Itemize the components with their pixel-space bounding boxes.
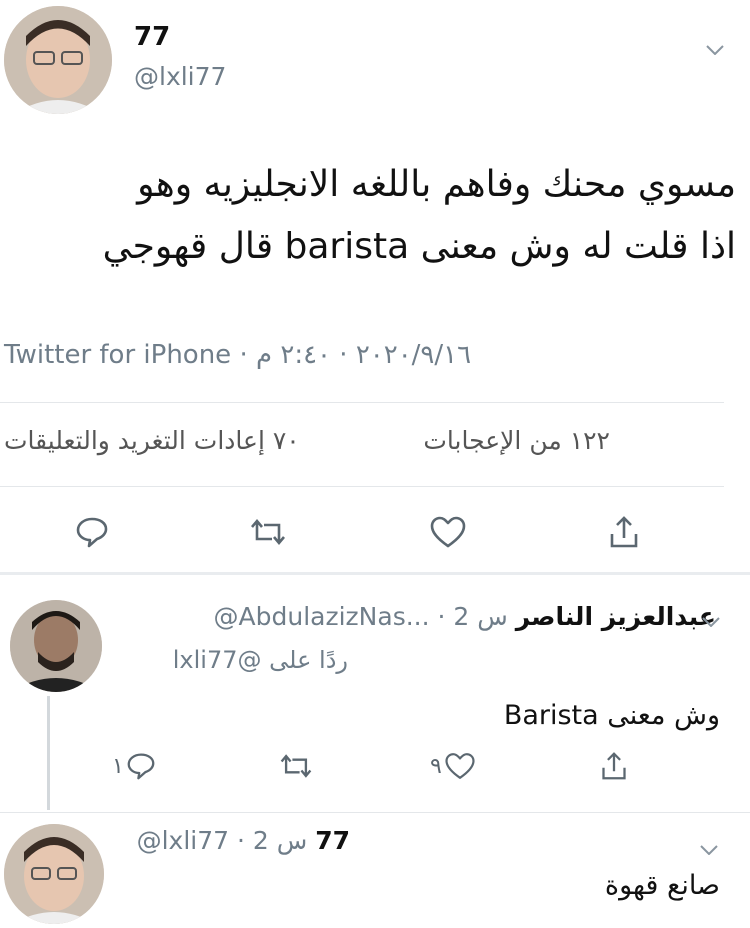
reply1-like-count: ٩ xyxy=(430,753,442,779)
reply1-name[interactable]: عبدالعزيز الناصر xyxy=(516,602,716,631)
divider-3 xyxy=(0,572,750,575)
reply2-header[interactable]: 77 @lxli77 · 2 س xyxy=(137,826,350,855)
reply2-avatar[interactable] xyxy=(4,824,104,924)
reply1-header[interactable]: عبدالعزيز الناصر @AbdulazizNas... · 2 س xyxy=(214,602,716,631)
reply1-reply-action[interactable]: ١ xyxy=(112,748,156,784)
thread-line xyxy=(47,696,50,810)
reply2-name[interactable]: 77 xyxy=(315,826,350,855)
retweet-icon[interactable] xyxy=(246,512,290,552)
tweet-text-line-1: مسوي محنك وفاهم باللغه الانجليزيه وهو xyxy=(137,164,736,205)
reply1-like-action[interactable]: ٩ xyxy=(430,748,476,784)
reply1-text: وش معنى Barista xyxy=(503,700,720,731)
divider-4 xyxy=(0,812,750,813)
likes-count[interactable]: ١٢٢ من الإعجابات xyxy=(423,426,610,455)
chevron-down-icon[interactable] xyxy=(700,840,718,859)
reply1-avatar[interactable] xyxy=(10,600,102,692)
author-handle[interactable]: @lxli77 xyxy=(134,62,226,91)
tweet-text-line-2: اذا قلت له وش معنى barista قال قهوجي xyxy=(102,226,736,267)
divider-1 xyxy=(0,402,724,403)
heart-icon xyxy=(445,753,475,779)
reply-icon xyxy=(127,753,155,780)
divider-2 xyxy=(0,486,724,487)
reply2-handle-time[interactable]: @lxli77 · 2 س xyxy=(137,826,308,855)
author-name[interactable]: 77 xyxy=(134,22,170,52)
retweet-icon[interactable] xyxy=(276,748,316,784)
share-icon[interactable] xyxy=(596,746,632,786)
heart-icon[interactable] xyxy=(426,512,470,552)
tweet-meta[interactable]: Twitter for iPhone · ٢٠٢٠/٩/١٦ · ٢:٤٠ م xyxy=(4,340,471,370)
reply-icon[interactable] xyxy=(72,512,112,552)
chevron-down-icon[interactable] xyxy=(702,612,720,631)
reply1-replying-to[interactable]: ردًا على @lxli77 xyxy=(173,646,348,674)
author-avatar[interactable] xyxy=(4,6,112,114)
reply1-reply-count: ١ xyxy=(112,753,124,779)
share-icon[interactable] xyxy=(604,510,644,554)
retweets-count[interactable]: ٧٠ إعادات التغريد والتعليقات xyxy=(4,426,300,455)
reply2-text: صانع قهوة xyxy=(604,870,720,901)
reply1-handle-time[interactable]: @AbdulazizNas... · 2 س xyxy=(214,602,508,631)
chevron-down-icon[interactable] xyxy=(706,40,724,59)
